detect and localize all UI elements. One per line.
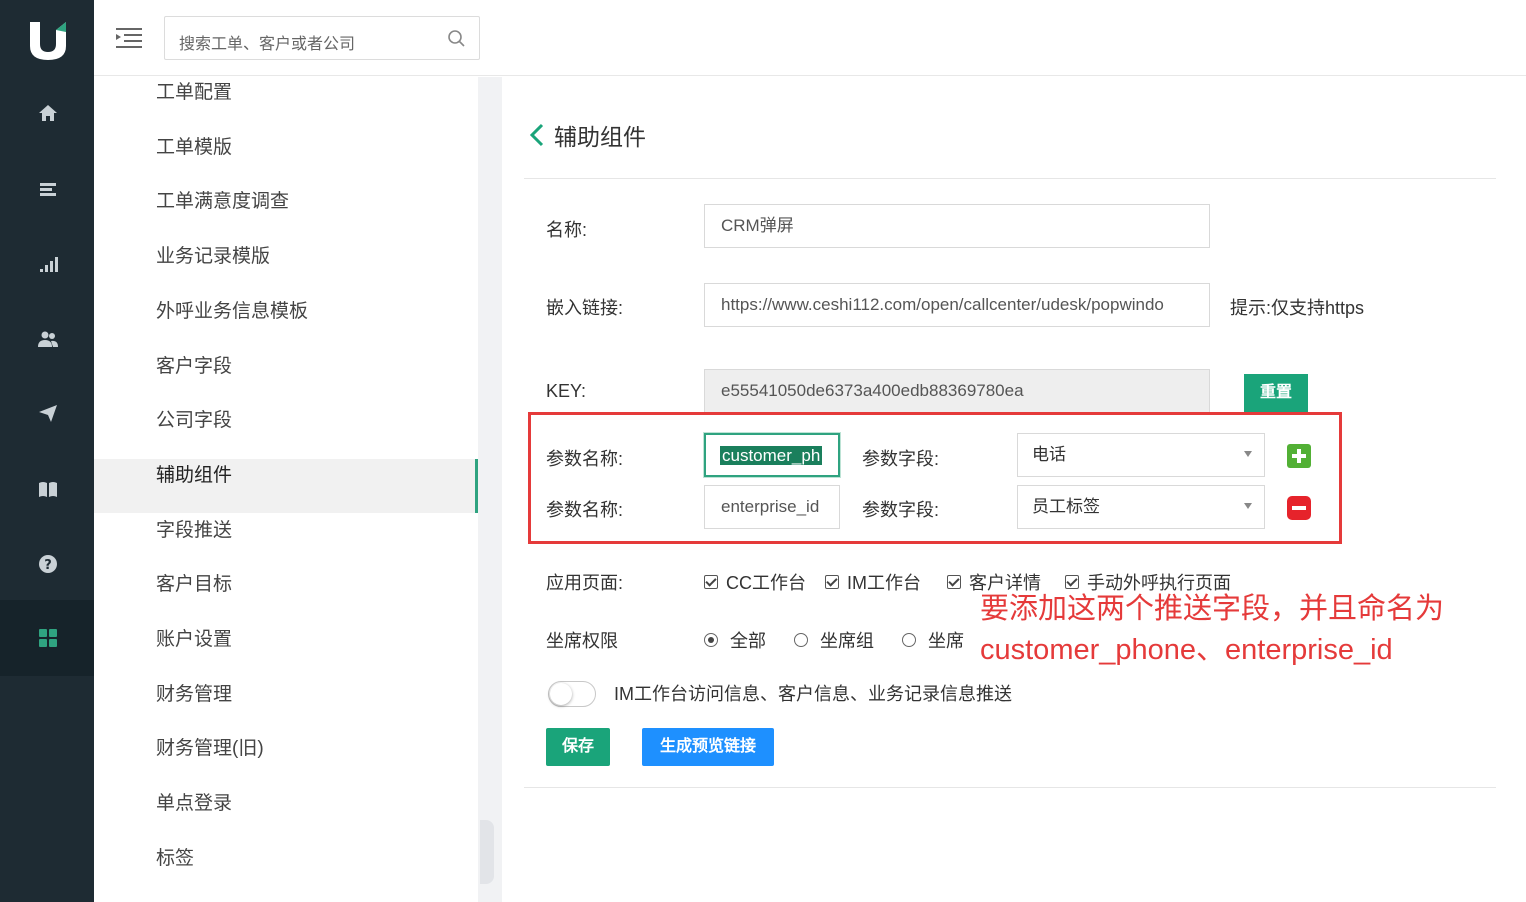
footer-divider (524, 787, 1496, 788)
collapse-handle[interactable] (480, 820, 494, 884)
param-field-label: 参数字段: (862, 500, 940, 520)
radio-icon (902, 633, 916, 647)
perm-option-label: 坐席 (928, 631, 964, 651)
apply-checkbox-cc[interactable]: CC工作台 (704, 569, 806, 595)
param-name-label: 参数名称: (546, 449, 624, 469)
subnav-item[interactable]: 字段推送 (94, 514, 478, 568)
name-label: 名称: (546, 220, 588, 240)
header-divider (524, 178, 1496, 179)
subnav-item[interactable]: 辅助组件 (94, 458, 478, 513)
subnav-item[interactable]: 业务记录模版 (94, 240, 478, 294)
push-info-toggle[interactable] (548, 681, 596, 707)
param-name-value: customer_ph (720, 446, 823, 465)
page-title: 辅助组件 (554, 124, 646, 150)
reset-key-button[interactable]: 重置 (1244, 374, 1308, 412)
param-name-field[interactable]: customer_ph (704, 433, 840, 477)
param-field-select[interactable]: 电话 (1017, 433, 1265, 477)
list-icon[interactable] (34, 175, 62, 203)
apply-checkbox-im[interactable]: IM工作台 (825, 569, 921, 595)
key-label: KEY: (546, 381, 587, 401)
subnav-item[interactable]: 客户目标 (94, 568, 478, 622)
embed-link-hint: 提示:仅支持https (1230, 298, 1365, 318)
checkbox-checked-icon (947, 575, 961, 589)
radio-selected-icon (704, 633, 718, 647)
key-field: e55541050de6373a400edb88369780ea (704, 369, 1210, 413)
apply-option-label: IM工作台 (847, 573, 921, 593)
subnav-item[interactable]: 单点登录 (94, 787, 478, 841)
chart-bars-icon[interactable] (34, 250, 62, 278)
perm-radio-all[interactable]: 全部 (704, 627, 766, 653)
annotation-line-1: 要添加这两个推送字段，并且命名为 (980, 593, 1445, 625)
subnav-item[interactable]: 工单配置 (94, 76, 478, 130)
subnav-item[interactable]: 客户字段 (94, 350, 478, 404)
perm-radio-agent[interactable]: 坐席 (902, 627, 964, 653)
embed-link-label: 嵌入链接: (546, 298, 624, 318)
param-name-label: 参数名称: (546, 500, 624, 520)
icon-rail: ? (0, 0, 94, 902)
apply-option-label: CC工作台 (726, 573, 806, 593)
search-placeholder: 搜索工单、客户或者公司 (179, 36, 356, 53)
radio-icon (794, 633, 808, 647)
perm-option-label: 全部 (730, 631, 766, 651)
push-info-label: IM工作台访问信息、客户信息、业务记录信息推送 (614, 684, 1012, 704)
checkbox-checked-icon (825, 575, 839, 589)
checkbox-checked-icon (1065, 575, 1079, 589)
help-icon[interactable]: ? (34, 550, 62, 578)
subnav-item[interactable]: 账户设置 (94, 623, 478, 677)
top-bar: 搜索工单、客户或者公司 (94, 0, 1526, 76)
back-chevron-icon[interactable] (528, 122, 546, 148)
perm-radio-group[interactable]: 坐席组 (794, 627, 874, 653)
svg-text:?: ? (44, 558, 52, 573)
annotation-line-2: customer_phone、enterprise_id (980, 634, 1393, 666)
param-name-field[interactable]: enterprise_id (704, 485, 840, 529)
param-field-value: 电话 (1032, 445, 1066, 464)
add-param-icon[interactable] (1287, 444, 1311, 468)
search-input[interactable]: 搜索工单、客户或者公司 (164, 16, 480, 60)
subnav-item[interactable]: 标签 (94, 842, 478, 896)
save-button[interactable]: 保存 (546, 728, 610, 766)
subnav-item[interactable]: 公司字段 (94, 404, 478, 458)
agent-permission-label: 坐席权限 (546, 631, 618, 651)
param-field-value: 员工标签 (1032, 497, 1100, 516)
param-field-select[interactable]: 员工标签 (1017, 485, 1265, 529)
subnav-item[interactable]: 财务管理 (94, 678, 478, 732)
dropdown-caret-icon (1244, 503, 1252, 509)
subnav-item[interactable]: 财务管理(旧) (94, 732, 478, 786)
main-panel: 辅助组件 名称: CRM弹屏 嵌入链接: https://www.ceshi11… (502, 90, 1496, 902)
page-header: 辅助组件 (528, 118, 646, 152)
subnav-item[interactable]: 工单模版 (94, 131, 478, 185)
generate-preview-link-button[interactable]: 生成预览链接 (642, 728, 774, 766)
menu-toggle-icon[interactable] (116, 26, 142, 48)
perm-option-label: 坐席组 (820, 631, 874, 651)
toggle-knob (550, 683, 572, 705)
subnav-item[interactable]: 外呼业务信息模板 (94, 295, 478, 349)
udesk-logo[interactable] (26, 18, 70, 62)
name-field[interactable]: CRM弹屏 (704, 204, 1210, 248)
users-icon[interactable] (34, 325, 62, 353)
dropdown-caret-icon (1244, 451, 1252, 457)
home-icon[interactable] (34, 99, 62, 127)
content-gutter (478, 77, 502, 902)
checkbox-checked-icon (704, 575, 718, 589)
settings-subnav: 工单配置 工单模版 工单满意度调查 业务记录模版 外呼业务信息模板 客户字段 公司字段 辅助组… (94, 77, 478, 902)
apps-grid-icon[interactable] (34, 624, 62, 652)
send-icon[interactable] (34, 399, 62, 427)
book-icon[interactable] (34, 475, 62, 503)
embed-link-field[interactable]: https://www.ceshi112.com/open/callcenter… (704, 283, 1210, 327)
apply-pages-label: 应用页面: (546, 573, 624, 593)
remove-param-icon[interactable] (1287, 496, 1311, 520)
search-icon[interactable] (447, 29, 467, 49)
param-field-label: 参数字段: (862, 449, 940, 469)
subnav-item[interactable]: 工单满意度调查 (94, 185, 478, 239)
